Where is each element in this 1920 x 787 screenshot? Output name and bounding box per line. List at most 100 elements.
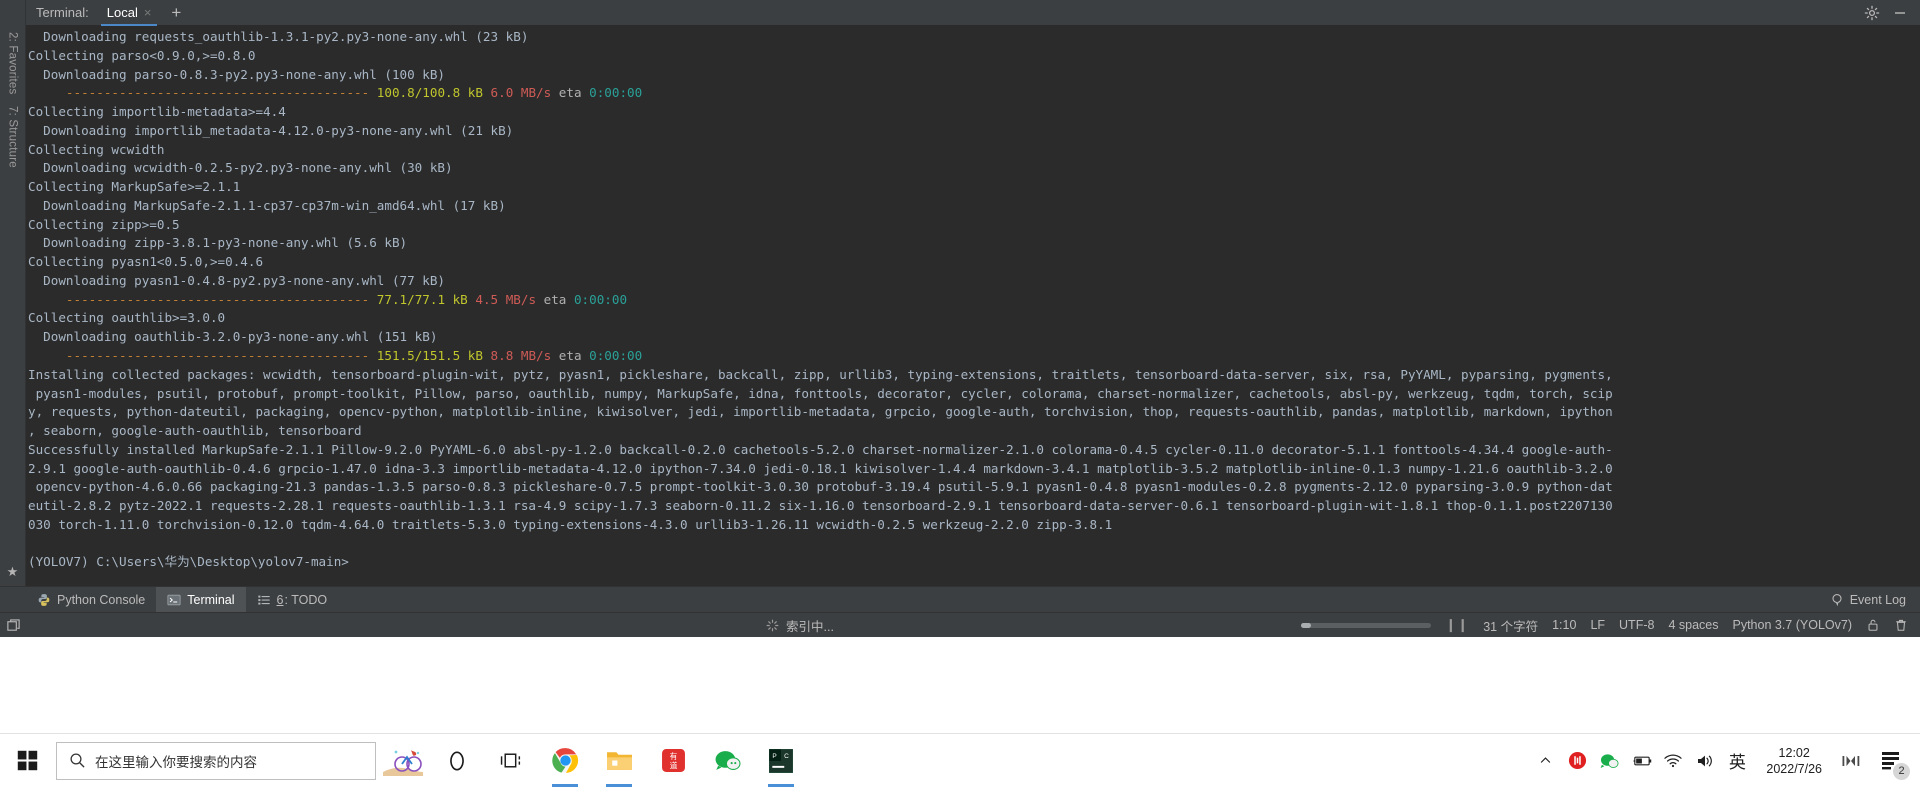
search-placeholder: 在这里输入你要搜索的内容	[95, 754, 257, 770]
battery-icon[interactable]	[1626, 734, 1656, 787]
favorites-star-icon[interactable]: ★	[7, 564, 19, 580]
terminal-line: Downloading oauthlib-3.2.0-py3-none-any.…	[28, 328, 1920, 347]
gear-icon[interactable]	[1864, 5, 1880, 21]
task-view-icon[interactable]	[484, 734, 538, 787]
terminal-text: ----------------------------------------	[28, 291, 377, 307]
show-hidden-icons-icon[interactable]	[1530, 734, 1560, 787]
terminal-text: ----------------------------------------	[28, 348, 377, 364]
trash-icon[interactable]	[1894, 618, 1908, 632]
terminal-text: Downloading zipp-3.8.1-py3-none-any.whl …	[28, 235, 408, 251]
youdao-icon[interactable]: 有 道	[646, 734, 700, 787]
terminal-text: Collecting wcwidth	[28, 141, 165, 157]
terminal-line: Collecting zipp>=0.5	[28, 216, 1920, 235]
terminal-text: Downloading requests_oauthlib-1.3.1-py2.…	[28, 29, 529, 44]
event-log-button[interactable]: Event Log	[1830, 593, 1920, 607]
terminal-text: Downloading MarkupSafe-2.1.1-cp37-cp37m-…	[28, 197, 506, 213]
nvidia-icon[interactable]	[1594, 734, 1624, 787]
pause-icon[interactable]: ❙❙	[1445, 617, 1469, 633]
tool-button-python-console[interactable]: Python Console	[26, 587, 156, 613]
terminal-output[interactable]: Downloading requests_oauthlib-1.3.1-py2.…	[26, 26, 1920, 574]
sidebar-item-favorites[interactable]: 2: Favorites	[7, 26, 19, 100]
pycharm-icon[interactable]: P C	[754, 734, 808, 787]
terminal-line: Collecting oauthlib>=3.0.0	[28, 309, 1920, 328]
terminal-text: Collecting MarkupSafe>=2.1.1	[28, 179, 241, 195]
terminal-text: 0:00:00	[589, 348, 643, 364]
caret-position[interactable]: 1:10	[1552, 618, 1576, 632]
terminal-tab-header: Terminal: Local × +	[0, 0, 1920, 26]
file-explorer-icon[interactable]	[592, 734, 646, 787]
terminal-line: Successfully installed MarkupSafe-2.1.1 …	[28, 441, 1920, 460]
balloon-icon	[1832, 593, 1842, 606]
indent-setting[interactable]: 4 spaces	[1668, 618, 1718, 632]
terminal-line: eutil-2.8.2 pytz-2022.1 requests-2.28.1 …	[28, 497, 1920, 516]
line-separator[interactable]: LF	[1590, 618, 1605, 632]
svg-text:C: C	[784, 752, 789, 759]
terminal-line: Collecting importlib-metadata>=4.4	[28, 103, 1920, 122]
taskbar-clock[interactable]: 12:02 2022/7/26	[1754, 745, 1834, 777]
terminal-text: pyasn1-modules, psutil, protobuf, prompt…	[28, 385, 1613, 401]
minimize-icon[interactable]	[1892, 5, 1908, 21]
chrome-icon[interactable]	[538, 734, 592, 787]
terminal-text: eta	[551, 348, 590, 364]
terminal-text: eutil-2.8.2 pytz-2022.1 requests-2.28.1 …	[28, 498, 1613, 514]
cortana-icon[interactable]	[430, 734, 484, 787]
terminal-text: 77.1/77.1 kB	[376, 291, 468, 307]
terminal-text: Downloading pyasn1-0.4.8-py2.py3-none-an…	[28, 272, 446, 288]
windows-start-icon[interactable]	[0, 734, 54, 787]
ime-icon[interactable]: 英	[1722, 734, 1752, 787]
volume-icon[interactable]	[1690, 734, 1720, 787]
close-icon[interactable]: ×	[144, 6, 152, 19]
lock-icon[interactable]	[1866, 618, 1880, 632]
windows-taskbar: 在这里输入你要搜索的内容 有 道 P C 英 12:02 2022/7/26 2	[0, 733, 1920, 787]
system-tray: 英 12:02 2022/7/26 2	[1530, 734, 1920, 787]
terminal-line: 030 torch-1.11.0 torchvision-0.12.0 tqdm…	[28, 516, 1920, 535]
add-terminal-tab-button[interactable]: +	[161, 0, 191, 26]
terminal-text: Installing collected packages: wcwidth, …	[28, 366, 1613, 382]
recording-icon[interactable]	[1562, 734, 1592, 787]
restore-layout-icon[interactable]	[0, 618, 26, 633]
terminal-text: 6.0 MB/s	[490, 85, 552, 101]
left-tool-rail: 2: Favorites 7: Structure ★	[0, 26, 26, 586]
terminal-line: Collecting pyasn1<0.5.0,>=0.4.6	[28, 253, 1920, 272]
news-weather-icon[interactable]	[376, 734, 430, 787]
file-encoding[interactable]: UTF-8	[1619, 618, 1654, 632]
terminal-line: Installing collected packages: wcwidth, …	[28, 366, 1920, 385]
terminal-text: y, requests, python-dateutil, packaging,…	[28, 404, 1613, 420]
action-center-icon[interactable]: 2	[1868, 734, 1914, 787]
rail-spacer	[0, 0, 26, 26]
python-interpreter[interactable]: Python 3.7 (YOLOv7)	[1732, 618, 1852, 632]
notification-count-badge: 2	[1893, 762, 1910, 780]
terminal-line: , seaborn, google-auth-oauthlib, tensorb…	[28, 422, 1920, 441]
terminal-line: Collecting MarkupSafe>=2.1.1	[28, 178, 1920, 197]
tool-button-terminal[interactable]: Terminal	[156, 586, 246, 613]
status-bar-right: ❙❙ 31 个字符 1:10 LF UTF-8 4 spaces Python …	[1301, 616, 1920, 635]
terminal-text: ----------------------------------------	[28, 85, 377, 101]
desktop-backdrop	[0, 637, 1920, 733]
terminal-line: Downloading importlib_metadata-4.12.0-py…	[28, 122, 1920, 141]
todo-icon	[257, 595, 270, 605]
tool-button-todo[interactable]: 6 : TODO	[246, 587, 339, 613]
terminal-header-actions	[1864, 5, 1920, 21]
terminal-text: Downloading importlib_metadata-4.12.0-py…	[28, 122, 514, 138]
indexing-status: 索引中...	[766, 616, 834, 635]
terminal-line: Downloading MarkupSafe-2.1.1-cp37-cp37m-…	[28, 197, 1920, 216]
mini-player-icon[interactable]	[1836, 734, 1866, 787]
wifi-icon[interactable]	[1658, 734, 1688, 787]
terminal-text: Successfully installed MarkupSafe-2.1.1 …	[28, 441, 1613, 457]
terminal-tab-local[interactable]: Local ×	[97, 0, 162, 26]
terminal-line: pyasn1-modules, psutil, protobuf, prompt…	[28, 385, 1920, 404]
terminal-text: Collecting oauthlib>=3.0.0	[28, 310, 226, 326]
terminal-text: eta	[551, 85, 590, 101]
terminal-text: Downloading wcwidth-0.2.5-py2.py3-none-a…	[28, 160, 453, 176]
svg-text:有: 有	[669, 751, 677, 761]
terminal-line: ----------------------------------------…	[28, 84, 1920, 103]
search-input[interactable]: 在这里输入你要搜索的内容	[56, 741, 376, 780]
sidebar-item-structure[interactable]: 7: Structure	[7, 100, 19, 174]
wechat-devtools-icon[interactable]	[700, 734, 754, 787]
tool-button-label: Terminal	[187, 592, 235, 607]
terminal-line: Collecting wcwidth	[28, 141, 1920, 160]
terminal-text: 030 torch-1.11.0 torchvision-0.12.0 tqdm…	[28, 516, 1113, 532]
terminal-text: 0:00:00	[589, 85, 643, 101]
